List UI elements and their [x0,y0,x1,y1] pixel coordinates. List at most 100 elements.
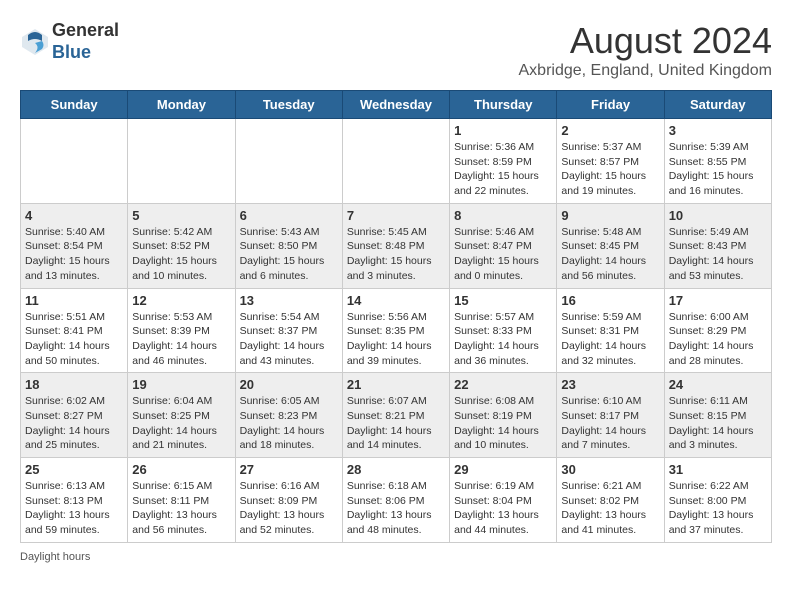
day-info: Sunrise: 5:53 AM Sunset: 8:39 PM Dayligh… [132,310,230,369]
calendar-cell: 23Sunrise: 6:10 AM Sunset: 8:17 PM Dayli… [557,373,664,458]
day-info: Sunrise: 6:22 AM Sunset: 8:00 PM Dayligh… [669,479,767,538]
day-number: 22 [454,377,552,392]
calendar-cell: 14Sunrise: 5:56 AM Sunset: 8:35 PM Dayli… [342,288,449,373]
calendar-week-row: 25Sunrise: 6:13 AM Sunset: 8:13 PM Dayli… [21,458,772,543]
day-number: 21 [347,377,445,392]
day-info: Sunrise: 6:05 AM Sunset: 8:23 PM Dayligh… [240,394,338,453]
day-number: 27 [240,462,338,477]
calendar-cell: 16 Sunrise: 5:59 AM Sunset: 8:31 PM Dayli… [557,288,664,373]
calendar-cell: 21 Sunrise: 6:07 AM Sunset: 8:21 PM Dayli… [342,373,449,458]
day-info: Sunrise: 6:21 AM Sunset: 8:02 PM Dayligh… [561,479,659,538]
day-number: 13 [240,293,338,308]
logo-icon [20,27,50,57]
calendar-cell: 26 Sunrise: 6:15 AM Sunset: 8:11 PM Dayli… [128,458,235,543]
day-info: Sunrise: 5:59 AM Sunset: 8:31 PM Dayligh… [561,310,659,369]
day-number: 9 [561,208,659,223]
calendar-week-row: 4Sunrise: 5:40 AM Sunset: 8:54 PM Daylig… [21,203,772,288]
day-info: Sunrise: 6:08 AM Sunset: 8:19 PM Dayligh… [454,394,552,453]
day-info: Sunrise: 5:42 AM Sunset: 8:52 PM Dayligh… [132,225,230,284]
calendar-cell: 18 Sunrise: 6:02 AM Sunset: 8:27 PM Dayli… [21,373,128,458]
day-info: Sunrise: 6:10 AM Sunset: 8:17 PM Dayligh… [561,394,659,453]
calendar-cell: 9 Sunrise: 5:48 AM Sunset: 8:45 PM Daylig… [557,203,664,288]
day-info: Sunrise: 6:19 AM Sunset: 8:04 PM Dayligh… [454,479,552,538]
calendar-cell: 31 Sunrise: 6:22 AM Sunset: 8:00 PM Dayli… [664,458,771,543]
calendar-table: SundayMondayTuesdayWednesdayThursdayFrid… [20,90,772,543]
day-info: Sunrise: 6:11 AM Sunset: 8:15 PM Dayligh… [669,394,767,453]
location: Axbridge, England, United Kingdom [519,62,773,80]
day-number: 25 [25,462,123,477]
calendar-cell: 2 Sunrise: 5:37 AM Sunset: 8:57 PM Daylig… [557,119,664,204]
title-block: August 2024 Axbridge, England, United Ki… [519,20,773,80]
calendar-cell: 30 Sunrise: 6:21 AM Sunset: 8:02 PM Dayli… [557,458,664,543]
calendar-cell: 13 Sunrise: 5:54 AM Sunset: 8:37 PM Dayli… [235,288,342,373]
calendar-cell: 12 Sunrise: 5:53 AM Sunset: 8:39 PM Dayli… [128,288,235,373]
calendar-week-row: 11Sunrise: 5:51 AM Sunset: 8:41 PM Dayli… [21,288,772,373]
day-info: Sunrise: 6:02 AM Sunset: 8:27 PM Dayligh… [25,394,123,453]
day-number: 10 [669,208,767,223]
day-number: 30 [561,462,659,477]
calendar-cell [342,119,449,204]
column-header-saturday: Saturday [664,91,771,119]
calendar-cell: 19Sunrise: 6:04 AM Sunset: 8:25 PM Dayli… [128,373,235,458]
page-header: General Blue August 2024 Axbridge, Engla… [20,20,772,80]
day-info: Sunrise: 6:00 AM Sunset: 8:29 PM Dayligh… [669,310,767,369]
logo-blue: Blue [52,42,91,62]
calendar-cell [235,119,342,204]
calendar-cell: 1Sunrise: 5:36 AM Sunset: 8:59 PM Daylig… [450,119,557,204]
day-info: Sunrise: 5:51 AM Sunset: 8:41 PM Dayligh… [25,310,123,369]
day-number: 1 [454,123,552,138]
calendar-cell: 4Sunrise: 5:40 AM Sunset: 8:54 PM Daylig… [21,203,128,288]
footer-text: Daylight hours [20,551,90,563]
day-info: Sunrise: 5:49 AM Sunset: 8:43 PM Dayligh… [669,225,767,284]
day-info: Sunrise: 6:18 AM Sunset: 8:06 PM Dayligh… [347,479,445,538]
column-header-sunday: Sunday [21,91,128,119]
day-number: 16 [561,293,659,308]
calendar-cell: 17Sunrise: 6:00 AM Sunset: 8:29 PM Dayli… [664,288,771,373]
day-number: 26 [132,462,230,477]
day-info: Sunrise: 6:07 AM Sunset: 8:21 PM Dayligh… [347,394,445,453]
day-number: 6 [240,208,338,223]
day-number: 24 [669,377,767,392]
calendar-cell: 24 Sunrise: 6:11 AM Sunset: 8:15 PM Dayli… [664,373,771,458]
day-number: 18 [25,377,123,392]
day-number: 2 [561,123,659,138]
logo-general: General [52,20,119,40]
day-number: 15 [454,293,552,308]
calendar-week-row: 1Sunrise: 5:36 AM Sunset: 8:59 PM Daylig… [21,119,772,204]
column-header-wednesday: Wednesday [342,91,449,119]
day-number: 8 [454,208,552,223]
day-number: 5 [132,208,230,223]
day-number: 20 [240,377,338,392]
calendar-cell: 29Sunrise: 6:19 AM Sunset: 8:04 PM Dayli… [450,458,557,543]
day-info: Sunrise: 6:16 AM Sunset: 8:09 PM Dayligh… [240,479,338,538]
day-number: 31 [669,462,767,477]
day-info: Sunrise: 5:45 AM Sunset: 8:48 PM Dayligh… [347,225,445,284]
calendar-cell: 15 Sunrise: 5:57 AM Sunset: 8:33 PM Dayli… [450,288,557,373]
day-number: 7 [347,208,445,223]
calendar-week-row: 18 Sunrise: 6:02 AM Sunset: 8:27 PM Dayli… [21,373,772,458]
day-info: Sunrise: 5:46 AM Sunset: 8:47 PM Dayligh… [454,225,552,284]
column-header-tuesday: Tuesday [235,91,342,119]
day-info: Sunrise: 6:04 AM Sunset: 8:25 PM Dayligh… [132,394,230,453]
calendar-cell: 7 Sunrise: 5:45 AM Sunset: 8:48 PM Daylig… [342,203,449,288]
calendar-cell [128,119,235,204]
day-info: Sunrise: 5:37 AM Sunset: 8:57 PM Dayligh… [561,140,659,199]
day-number: 12 [132,293,230,308]
day-info: Sunrise: 6:15 AM Sunset: 8:11 PM Dayligh… [132,479,230,538]
footer: Daylight hours [20,551,772,563]
day-info: Sunrise: 5:39 AM Sunset: 8:55 PM Dayligh… [669,140,767,199]
day-info: Sunrise: 5:48 AM Sunset: 8:45 PM Dayligh… [561,225,659,284]
column-header-friday: Friday [557,91,664,119]
logo: General Blue [20,20,119,63]
calendar-cell: 27 Sunrise: 6:16 AM Sunset: 8:09 PM Dayli… [235,458,342,543]
day-info: Sunrise: 5:57 AM Sunset: 8:33 PM Dayligh… [454,310,552,369]
column-header-thursday: Thursday [450,91,557,119]
calendar-cell: 10 Sunrise: 5:49 AM Sunset: 8:43 PM Dayli… [664,203,771,288]
month-year: August 2024 [519,20,773,62]
day-number: 4 [25,208,123,223]
calendar-cell: 25Sunrise: 6:13 AM Sunset: 8:13 PM Dayli… [21,458,128,543]
calendar-cell: 22 Sunrise: 6:08 AM Sunset: 8:19 PM Dayli… [450,373,557,458]
calendar-cell: 8 Sunrise: 5:46 AM Sunset: 8:47 PM Daylig… [450,203,557,288]
day-info: Sunrise: 5:54 AM Sunset: 8:37 PM Dayligh… [240,310,338,369]
column-header-monday: Monday [128,91,235,119]
